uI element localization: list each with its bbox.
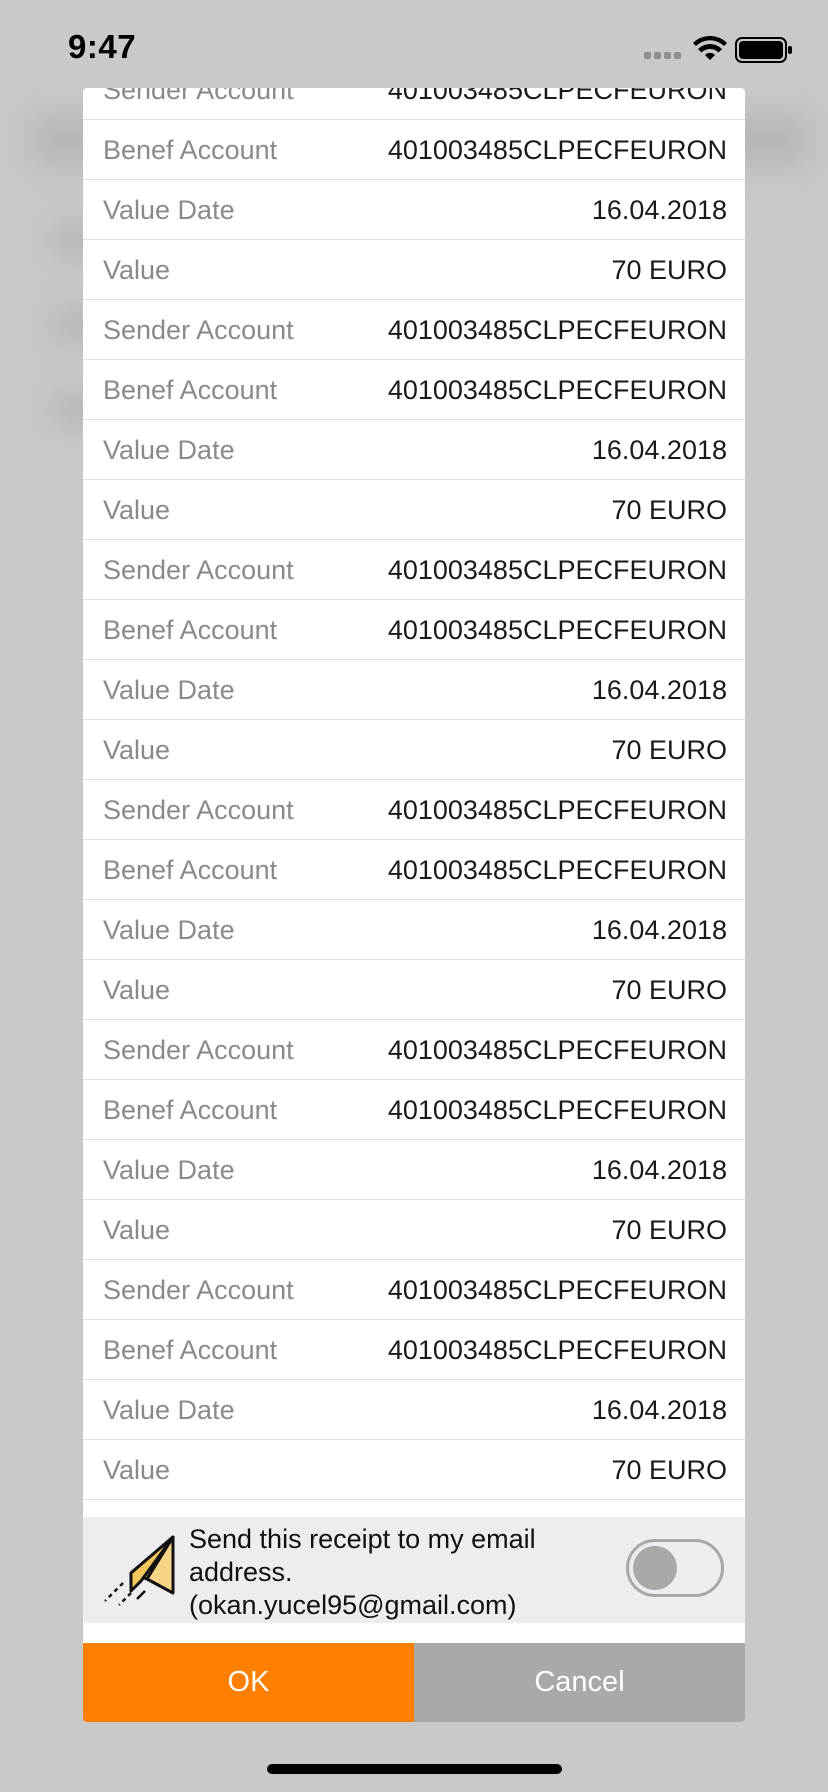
detail-label: Value xyxy=(103,495,171,525)
detail-value: 401003485CLPECFEURON xyxy=(387,795,727,825)
signal-icon xyxy=(644,52,681,59)
wifi-icon xyxy=(693,35,727,60)
detail-label: Benef Account xyxy=(103,1095,278,1125)
detail-row: Value Date 16.04.2018 xyxy=(83,660,745,720)
detail-row: Value Date 16.04.2018 xyxy=(83,1140,745,1200)
detail-value: 401003485CLPECFEURON xyxy=(387,1095,727,1125)
battery-icon xyxy=(735,37,792,63)
detail-row: Benef Account 401003485CLPECFEURON xyxy=(83,600,745,660)
detail-value: 401003485CLPECFEURON xyxy=(387,1275,727,1305)
detail-row: Value Date 16.04.2018 xyxy=(83,420,745,480)
detail-value: 401003485CLPECFEURON xyxy=(387,855,727,885)
detail-label: Value Date xyxy=(103,1395,235,1425)
detail-label: Value Date xyxy=(103,435,235,465)
detail-row: Value 70 EURO xyxy=(83,1200,745,1260)
detail-row: Value 70 EURO xyxy=(83,240,745,300)
detail-row: Benef Account 401003485CLPECFEURON xyxy=(83,1080,745,1140)
detail-value: 401003485CLPECFEURON xyxy=(387,88,727,105)
detail-label: Sender Account xyxy=(103,1275,294,1305)
detail-value: 16.04.2018 xyxy=(591,675,727,705)
email-receipt-toggle[interactable] xyxy=(626,1539,724,1597)
ok-button[interactable]: OK xyxy=(83,1643,414,1722)
detail-label: Benef Account xyxy=(103,855,278,885)
email-receipt-text: Send this receipt to my email address. (… xyxy=(189,1523,569,1622)
detail-row: Value Date 16.04.2018 xyxy=(83,1380,745,1440)
detail-row: Value Date 16.04.2018 xyxy=(83,900,745,960)
detail-label: Value xyxy=(103,1215,171,1245)
detail-label: Benef Account xyxy=(103,135,278,165)
detail-row: Value 70 EURO xyxy=(83,720,745,780)
paper-plane-icon xyxy=(104,1535,175,1606)
status-bar: 9:47 xyxy=(0,0,828,100)
detail-value: 70 EURO xyxy=(611,1215,727,1245)
detail-value: 70 EURO xyxy=(611,495,727,525)
toggle-knob xyxy=(633,1546,677,1590)
detail-row: Value Date 16.04.2018 xyxy=(83,180,745,240)
detail-row: Benef Account 401003485CLPECFEURON xyxy=(83,360,745,420)
detail-value: 70 EURO xyxy=(611,255,727,285)
detail-value: 16.04.2018 xyxy=(591,1155,727,1185)
detail-row: Sender Account 401003485CLPECFEURON xyxy=(83,300,745,360)
detail-label: Value Date xyxy=(103,915,235,945)
detail-value: 401003485CLPECFEURON xyxy=(387,1335,727,1365)
detail-row: Value 70 EURO xyxy=(83,1440,745,1500)
detail-label: Value Date xyxy=(103,195,235,225)
detail-row: Sender Account 401003485CLPECFEURON xyxy=(83,1020,745,1080)
home-indicator[interactable] xyxy=(267,1764,562,1774)
detail-row: Sender Account 401003485CLPECFEURON xyxy=(83,88,745,120)
detail-label: Benef Account xyxy=(103,375,278,405)
detail-row: Sender Account 401003485CLPECFEURON xyxy=(83,1260,745,1320)
detail-value: 401003485CLPECFEURON xyxy=(387,375,727,405)
cancel-button[interactable]: Cancel xyxy=(414,1643,745,1722)
detail-value: 401003485CLPECFEURON xyxy=(387,615,727,645)
detail-label: Sender Account xyxy=(103,88,294,105)
detail-row: Sender Account 401003485CLPECFEURON xyxy=(83,780,745,840)
detail-row: Benef Account 401003485CLPECFEURON xyxy=(83,1320,745,1380)
detail-value: 16.04.2018 xyxy=(591,1395,727,1425)
detail-value: 401003485CLPECFEURON xyxy=(387,135,727,165)
detail-value: 16.04.2018 xyxy=(591,435,727,465)
status-time: 9:47 xyxy=(68,28,137,65)
detail-label: Value xyxy=(103,255,171,285)
detail-row: Value 70 EURO xyxy=(83,960,745,1020)
email-line-2: address. xyxy=(189,1557,293,1587)
email-line-1: Send this receipt to my email xyxy=(189,1524,536,1554)
details-list[interactable]: Sender Account 401003485CLPECFEURON Benef … xyxy=(83,88,745,1500)
detail-label: Sender Account xyxy=(103,1035,294,1065)
detail-value: 16.04.2018 xyxy=(591,915,727,945)
detail-value: 401003485CLPECFEURON xyxy=(387,315,727,345)
status-icons xyxy=(644,35,794,64)
detail-value: 70 EURO xyxy=(611,975,727,1005)
detail-value: 70 EURO xyxy=(611,1455,727,1485)
detail-row: Value 70 EURO xyxy=(83,480,745,540)
detail-label: Sender Account xyxy=(103,315,294,345)
email-receipt-section: Send this receipt to my email address. (… xyxy=(83,1517,745,1623)
detail-label: Value xyxy=(103,1455,171,1485)
detail-label: Sender Account xyxy=(103,795,294,825)
detail-label: Value Date xyxy=(103,1155,235,1185)
email-address: (okan.yucel95@gmail.com) xyxy=(189,1590,517,1620)
detail-row: Benef Account 401003485CLPECFEURON xyxy=(83,840,745,900)
detail-label: Value xyxy=(103,975,171,1005)
detail-label: Sender Account xyxy=(103,555,294,585)
detail-label: Benef Account xyxy=(103,615,278,645)
detail-label: Benef Account xyxy=(103,1335,278,1365)
detail-row: Sender Account 401003485CLPECFEURON xyxy=(83,540,745,600)
detail-value: 70 EURO xyxy=(611,735,727,765)
detail-value: 401003485CLPECFEURON xyxy=(387,555,727,585)
detail-value: 401003485CLPECFEURON xyxy=(387,1035,727,1065)
detail-label: Value xyxy=(103,735,171,765)
detail-row: Benef Account 401003485CLPECFEURON xyxy=(83,120,745,180)
receipt-modal: Sender Account 401003485CLPECFEURON Benef … xyxy=(83,88,745,1722)
detail-value: 16.04.2018 xyxy=(591,195,727,225)
detail-label: Value Date xyxy=(103,675,235,705)
